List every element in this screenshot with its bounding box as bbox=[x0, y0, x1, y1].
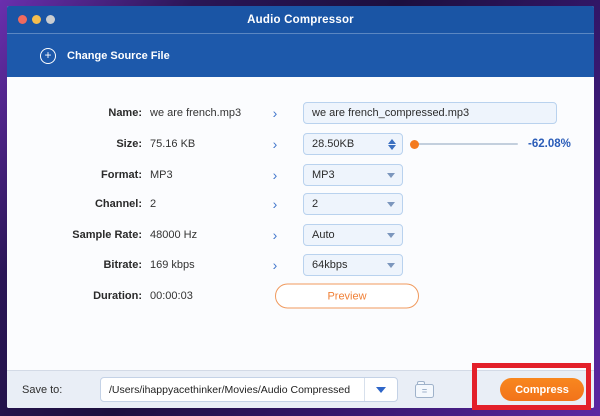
source-name-value: we are french.mp3 bbox=[150, 107, 242, 119]
bitrate-label: Bitrate: bbox=[103, 259, 142, 271]
size-slider-handle[interactable] bbox=[410, 139, 419, 149]
chevron-right-icon: › bbox=[272, 257, 278, 273]
chevron-right-icon: › bbox=[272, 136, 278, 152]
minimize-window-icon[interactable] bbox=[32, 15, 41, 24]
plus-icon: + bbox=[40, 47, 56, 64]
audio-compressor-window: Audio Compressor + Change Source File Na… bbox=[7, 6, 594, 408]
chevron-right-icon: › bbox=[272, 227, 278, 243]
close-window-icon[interactable] bbox=[18, 15, 27, 24]
source-channel-value: 2 bbox=[150, 198, 157, 210]
target-size-stepper[interactable]: 28.50KB bbox=[303, 133, 403, 155]
form-row-name: Name: we are french.mp3 › bbox=[7, 98, 594, 128]
chevron-right-icon: › bbox=[272, 167, 278, 183]
dropdown-arrow-icon bbox=[387, 172, 395, 178]
form-row-channel: Channel: 2 › 2 bbox=[7, 189, 594, 219]
title-bar: Audio Compressor bbox=[7, 6, 594, 33]
zoom-window-icon[interactable] bbox=[46, 15, 55, 24]
source-duration-value: 00:00:03 bbox=[150, 290, 193, 302]
stepper-down-icon[interactable] bbox=[388, 144, 396, 150]
format-select[interactable]: MP3 bbox=[303, 164, 403, 186]
output-name-input[interactable] bbox=[303, 102, 557, 124]
save-path-value: /Users/ihappyacethinker/Movies/Audio Com… bbox=[109, 383, 351, 396]
source-format-value: MP3 bbox=[150, 169, 173, 181]
dropdown-arrow-icon bbox=[376, 386, 386, 393]
format-label: Format: bbox=[101, 169, 142, 181]
sample-rate-label: Sample Rate: bbox=[72, 229, 142, 241]
dropdown-arrow-icon bbox=[387, 262, 395, 268]
chevron-right-icon: › bbox=[272, 105, 278, 121]
header-bar: + Change Source File bbox=[7, 33, 594, 77]
format-select-value: MP3 bbox=[312, 169, 335, 181]
channel-select-value: 2 bbox=[312, 198, 319, 210]
size-slider-track[interactable] bbox=[414, 143, 518, 145]
preview-button[interactable]: Preview bbox=[275, 283, 419, 309]
channel-label: Channel: bbox=[94, 198, 142, 210]
browse-folder-button[interactable]: = bbox=[413, 380, 437, 400]
folder-icon: = bbox=[415, 384, 434, 398]
bitrate-select[interactable]: 64kbps bbox=[303, 254, 403, 276]
save-path-combo[interactable]: /Users/ihappyacethinker/Movies/Audio Com… bbox=[100, 377, 398, 402]
name-label: Name: bbox=[108, 107, 142, 119]
footer-bar: Save to: /Users/ihappyacethinker/Movies/… bbox=[7, 370, 594, 408]
channel-select[interactable]: 2 bbox=[303, 193, 403, 215]
form-row-duration: Duration: 00:00:03 Preview bbox=[7, 281, 594, 311]
form-row-sample-rate: Sample Rate: 48000 Hz › Auto bbox=[7, 220, 594, 250]
change-source-file-button[interactable]: + Change Source File bbox=[40, 47, 170, 64]
dropdown-arrow-icon bbox=[387, 201, 395, 207]
app-screenshot: Audio Compressor + Change Source File Na… bbox=[0, 0, 600, 416]
compress-button[interactable]: Compress bbox=[500, 378, 584, 401]
sample-rate-select[interactable]: Auto bbox=[303, 224, 403, 246]
source-sample-rate-value: 48000 Hz bbox=[150, 229, 198, 241]
target-size-value: 28.50KB bbox=[312, 138, 355, 150]
dropdown-arrow-icon bbox=[387, 232, 395, 238]
compression-percent: -62.08% bbox=[528, 138, 571, 150]
form-row-bitrate: Bitrate: 169 kbps › 64kbps bbox=[7, 250, 594, 280]
sample-rate-select-value: Auto bbox=[312, 229, 335, 241]
form-area: Name: we are french.mp3 › Size: 75.16 KB… bbox=[7, 77, 594, 370]
save-to-label: Save to: bbox=[22, 383, 63, 396]
change-source-file-label: Change Source File bbox=[67, 49, 170, 62]
save-path-dropdown[interactable] bbox=[364, 378, 397, 401]
chevron-right-icon: › bbox=[272, 196, 278, 212]
size-label: Size: bbox=[116, 138, 142, 150]
stepper-arrows bbox=[388, 138, 396, 150]
window-title: Audio Compressor bbox=[247, 13, 354, 26]
form-row-format: Format: MP3 › MP3 bbox=[7, 160, 594, 190]
duration-label: Duration: bbox=[93, 290, 142, 302]
stepper-up-icon[interactable] bbox=[388, 138, 396, 144]
bitrate-select-value: 64kbps bbox=[312, 259, 348, 271]
form-row-size: Size: 75.16 KB › 28.50KB -62.08% bbox=[7, 129, 594, 159]
source-bitrate-value: 169 kbps bbox=[150, 259, 195, 271]
traffic-lights bbox=[18, 15, 55, 24]
source-size-value: 75.16 KB bbox=[150, 138, 196, 150]
